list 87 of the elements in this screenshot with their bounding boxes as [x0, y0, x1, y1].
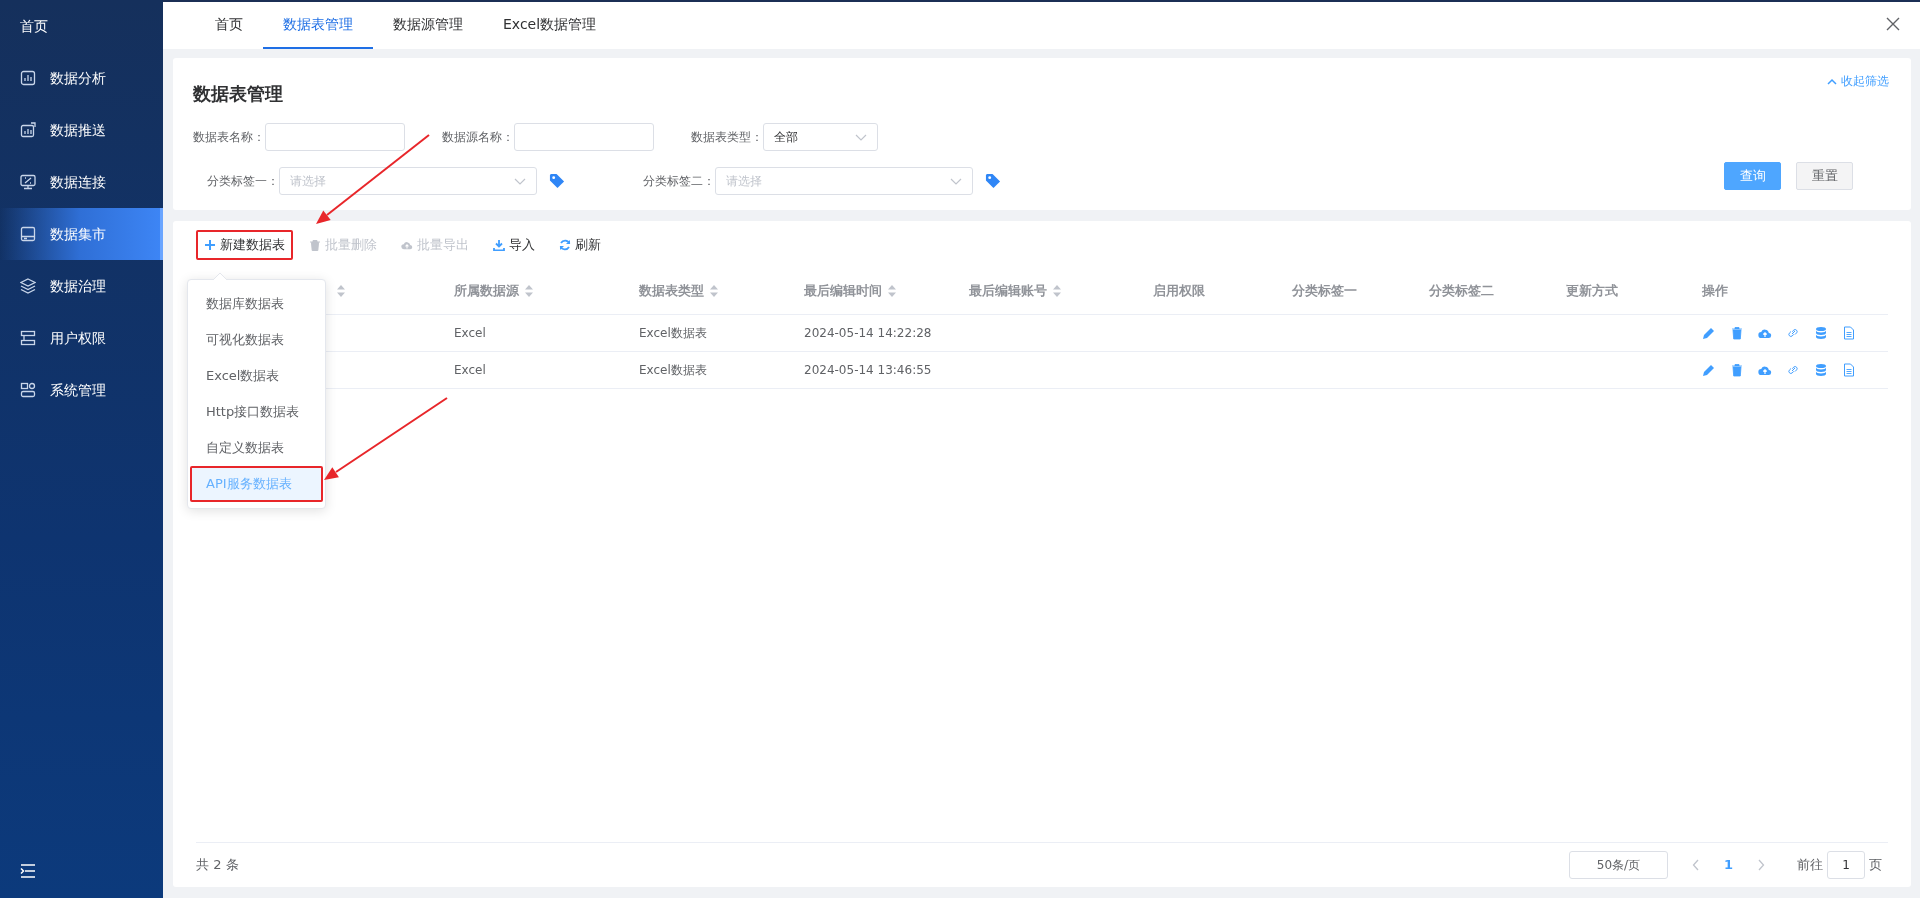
page-suffix: 页 [1869, 856, 1882, 875]
page-size-select[interactable]: 50条/页 [1568, 851, 1668, 879]
document-icon[interactable] [1842, 326, 1856, 340]
document-icon[interactable] [1842, 363, 1856, 377]
field-label: 数据源名称： [442, 129, 514, 146]
field-label: 数据表类型： [691, 129, 763, 146]
chevron-left-icon[interactable] [1691, 859, 1700, 871]
sort-icon[interactable] [710, 284, 718, 297]
server-icon [20, 330, 36, 346]
plus-icon [204, 239, 216, 251]
dropdown-item[interactable]: 自定义数据表 [190, 430, 323, 466]
sidebar-item[interactable]: 数据治理 [0, 260, 163, 312]
dropdown-item[interactable]: 数据库数据表 [190, 286, 323, 322]
column-header: 分类标签一 [1292, 267, 1429, 315]
toolbar-button[interactable]: 新建数据表 [196, 230, 293, 260]
sidebar-item[interactable]: 数据连接 [0, 156, 163, 208]
dropdown-item[interactable]: 可视化数据表 [190, 322, 323, 358]
sidebar-item[interactable]: 数据推送 [0, 104, 163, 156]
pencil-icon[interactable] [1702, 326, 1716, 340]
column-header: 最后编辑时间 [804, 267, 969, 315]
column-header: 最后编辑账号 [969, 267, 1153, 315]
user-settings-icon [20, 382, 36, 398]
pencil-icon[interactable] [1702, 363, 1716, 377]
dropdown-item[interactable]: Excel数据表 [190, 358, 323, 394]
chevron-up-icon [1827, 77, 1837, 85]
layers-icon [20, 278, 36, 294]
table-cell-text: Excel [454, 362, 486, 379]
dropdown-item[interactable]: Http接口数据表 [190, 394, 323, 430]
goto-label: 前往 [1797, 856, 1823, 875]
tab[interactable]: 数据表管理 [263, 2, 373, 49]
home-link[interactable]: 首页 [0, 0, 163, 52]
tab[interactable]: Excel数据管理 [483, 2, 617, 49]
text-field[interactable] [514, 123, 654, 151]
total-count: 共 2 条 [196, 856, 239, 875]
sort-icon[interactable] [1053, 284, 1061, 297]
field-label: 数据表名称： [193, 129, 265, 146]
sidebar-item[interactable]: 数据分析 [0, 52, 163, 104]
field-label: 分类标签一： [207, 173, 279, 190]
sidebar-item[interactable]: 数据集市 [0, 208, 163, 260]
chevron-down-icon [514, 177, 526, 185]
reset-button[interactable]: 重置 [1796, 162, 1853, 190]
column-header: 分类标签二 [1429, 267, 1566, 315]
table-cell-text: Excel数据表 [639, 362, 707, 379]
chevron-down-icon [855, 133, 867, 141]
column-header: 更新方式 [1566, 267, 1702, 315]
sort-icon[interactable] [525, 284, 533, 297]
sidebar-item[interactable]: 系统管理 [0, 364, 163, 416]
tag-icon [549, 173, 565, 189]
database-icon[interactable] [1814, 326, 1828, 340]
monitor-icon [20, 174, 36, 190]
drive-icon [20, 226, 36, 242]
close-icon[interactable] [1886, 17, 1900, 31]
tab[interactable]: 首页 [195, 2, 263, 49]
table-cell-text: 2024-05-14 13:46:55 [804, 362, 932, 379]
trash-icon[interactable] [1730, 326, 1744, 340]
sort-icon[interactable] [888, 284, 896, 297]
column-header: 启用权限 [1153, 267, 1292, 315]
toolbar-button[interactable]: 导入 [485, 230, 543, 260]
field-label: 分类标签二： [643, 173, 715, 190]
type-select[interactable]: 全部 [763, 123, 878, 151]
table-cell-text: Excel [454, 325, 486, 342]
sort-icon[interactable] [337, 284, 345, 297]
database-icon[interactable] [1814, 363, 1828, 377]
trash-icon [309, 239, 321, 251]
toolbar-button[interactable]: 刷新 [551, 230, 609, 260]
tab[interactable]: 数据源管理 [373, 2, 483, 49]
tag-icon [985, 173, 1001, 189]
trash-icon[interactable] [1730, 363, 1744, 377]
page-title: 数据表管理 [193, 82, 283, 106]
chart-icon [20, 70, 36, 86]
link-icon[interactable] [1786, 363, 1800, 377]
page-input[interactable]: 1 [1827, 851, 1865, 879]
text-field[interactable] [265, 123, 405, 151]
refresh-icon [559, 239, 571, 251]
chart-icon [20, 122, 36, 138]
link-icon[interactable] [1786, 326, 1800, 340]
column-header: 所属数据源 [454, 267, 639, 315]
cloud-upload-icon [401, 239, 413, 251]
chevron-right-icon[interactable] [1757, 859, 1765, 871]
sidebar-item[interactable]: 用户权限 [0, 312, 163, 364]
column-header: 数据表类型 [639, 267, 804, 315]
column-header: 操作 [1702, 267, 1888, 315]
table-cell-text: 2024-05-14 14:22:28 [804, 325, 932, 342]
table-cell-text: Excel数据表 [639, 325, 707, 342]
download-icon [493, 239, 505, 251]
menu-icon[interactable] [20, 864, 36, 878]
chevron-down-icon [950, 177, 962, 185]
